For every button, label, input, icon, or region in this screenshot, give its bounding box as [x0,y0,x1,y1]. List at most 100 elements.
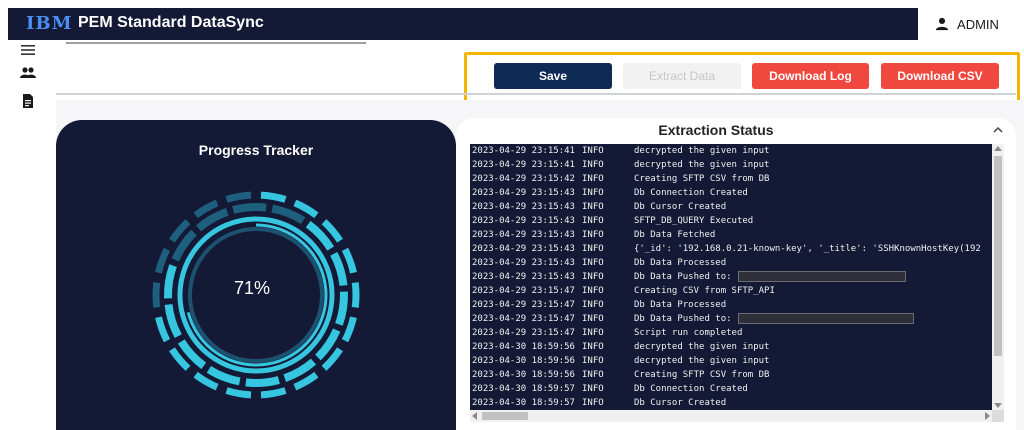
log-timestamp: 2023-04-30 18:59:57 [472,384,575,394]
progress-ring-segment [225,387,252,399]
log-line: 2023-04-29 23:15:43 INFO Db Cursor Created [472,200,990,214]
horizontal-scroll-thumb[interactable] [482,412,528,420]
horizontal-scrollbar[interactable] [470,410,992,422]
log-line: 2023-04-30 18:59:56 INFO decrypted the giv… [472,340,990,354]
progress-ring-segment [164,303,182,339]
log-level: INFO [582,188,604,198]
log-level: INFO [582,342,604,352]
sidebar [0,40,56,430]
log-timestamp: 2023-04-30 18:59:56 [472,370,575,380]
progress-ring-segment [351,282,360,308]
scroll-up-icon[interactable] [994,146,1002,151]
log-level: INFO [582,356,604,366]
chevron-up-icon[interactable] [992,124,1004,136]
save-button[interactable]: Save [494,63,612,89]
log-timestamp: 2023-04-29 23:15:42 [472,174,575,184]
log-level: INFO [582,370,604,380]
log-line: 2023-04-29 23:15:42 INFO Creating SFTP CSV… [472,172,990,186]
log-line: 2023-04-29 23:15:43 INFO {'_id': '192.168.… [472,242,990,256]
progress-ring-segment [341,247,357,274]
log-timestamp: 2023-04-29 23:15:43 [472,188,575,198]
people-icon[interactable] [20,65,36,81]
log-message: Creating SFTP CSV from DB [634,370,770,380]
log-level: INFO [582,286,604,296]
log-message: Db Data Pushed to: [634,314,732,324]
log-message: Db Data Processed [634,258,727,268]
log-lines: 2023-04-29 23:15:41 INFO decrypted the giv… [472,144,990,410]
progress-ring-segment [260,387,287,399]
menu-icon[interactable] [20,42,36,58]
log-level: INFO [582,258,604,268]
progress-tracker-card: Progress Tracker 71% [56,120,456,430]
log-timestamp: 2023-04-29 23:15:41 [472,160,575,170]
log-timestamp: 2023-04-29 23:15:47 [472,300,575,310]
vertical-scrollbar[interactable] [992,144,1004,410]
log-level: INFO [582,146,604,156]
progress-ring-segment [225,191,252,203]
log-message: Script run completed [634,328,743,338]
log-line: 2023-04-29 23:15:43 INFO Db Data Pushed to… [472,270,990,284]
download-log-button[interactable]: Download Log [752,63,869,89]
log-message: Creating CSV from SFTP_API [634,286,775,296]
log-message: Db Cursor Created [634,202,727,212]
vertical-scroll-thumb[interactable] [994,156,1002,356]
person-icon [935,17,949,31]
log-message: Creating SFTP CSV from DB [634,174,770,184]
scroll-left-icon[interactable] [472,412,477,420]
log-message: decrypted the given input [634,356,770,366]
log-level: INFO [582,160,604,170]
log-line: 2023-04-30 18:59:56 INFO Creating SFTP CSV… [472,368,990,382]
log-line: 2023-04-29 23:15:41 INFO decrypted the giv… [472,158,990,172]
scroll-right-icon[interactable] [985,412,990,420]
log-message: Db Data Processed [634,300,727,310]
scroll-down-icon[interactable] [994,403,1002,408]
log-level: INFO [582,398,604,408]
log-message: decrypted the given input [634,160,770,170]
user-menu-button[interactable]: ADMIN [918,8,1016,40]
log-line: 2023-04-29 23:15:47 INFO Script run comple… [472,326,990,340]
log-level: INFO [582,272,604,282]
toolbar-divider [56,93,1016,95]
user-label: ADMIN [957,16,999,32]
ibm-logo: IBM [26,13,73,34]
log-level: INFO [582,174,604,184]
extract-data-button[interactable]: Extract Data [623,63,741,89]
log-console: 2023-04-29 23:15:41 INFO decrypted the giv… [470,144,1004,422]
log-timestamp: 2023-04-29 23:15:47 [472,314,575,324]
log-level: INFO [582,230,604,240]
extraction-status-card: Extraction Status 2023-04-29 23:15:41 INF… [456,118,1016,430]
progress-ring-segment [335,291,348,326]
progress-ring-segment [206,365,241,386]
app-title: PEM Standard DataSync [78,14,264,31]
log-message: decrypted the given input [634,342,770,352]
log-timestamp: 2023-04-29 23:15:43 [472,244,575,254]
progress-ring-segment [260,191,287,203]
log-level: INFO [582,244,604,254]
redacted-block [737,271,906,282]
log-level: INFO [582,314,604,324]
progress-ring-segment [330,251,348,287]
extraction-title: Extraction Status [658,122,774,138]
log-timestamp: 2023-04-29 23:15:43 [472,202,575,212]
log-message: decrypted the given input [634,146,770,156]
log-timestamp: 2023-04-29 23:15:41 [472,146,575,156]
log-timestamp: 2023-04-29 23:15:43 [472,216,575,226]
log-message: Db Cursor Created [634,398,727,408]
log-timestamp: 2023-04-30 18:59:57 [472,398,575,408]
redacted-block [737,313,914,324]
log-level: INFO [582,300,604,310]
download-csv-button[interactable]: Download CSV [881,63,999,89]
progress-ring-segment [271,204,306,225]
log-line: 2023-04-29 23:15:47 INFO Db Data Pushed to… [472,312,990,326]
log-timestamp: 2023-04-30 18:59:56 [472,356,575,366]
progress-ring-segment [232,203,267,214]
log-line: 2023-04-30 18:59:56 INFO decrypted the giv… [472,354,990,368]
app-header: IBM PEM Standard DataSync ADMIN [8,8,1016,40]
progress-ring-segment [245,376,280,387]
log-level: INFO [582,202,604,212]
document-icon[interactable] [20,93,36,109]
log-line: 2023-04-29 23:15:41 INFO decrypted the giv… [472,144,990,158]
log-timestamp: 2023-04-29 23:15:43 [472,272,575,282]
log-message: Db Data Pushed to: [634,272,732,282]
log-timestamp: 2023-04-29 23:15:47 [472,328,575,338]
